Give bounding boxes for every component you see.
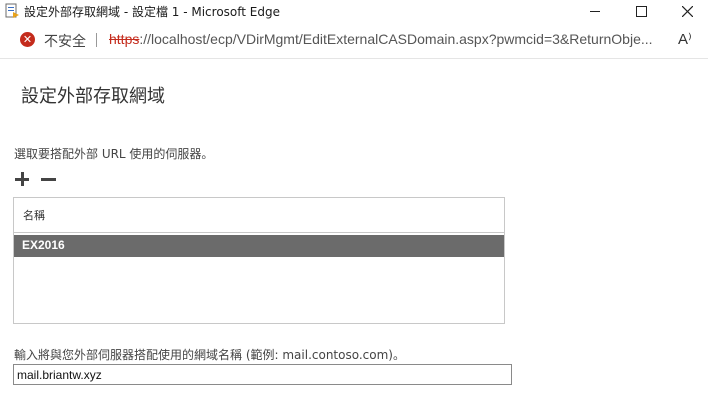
close-button[interactable] bbox=[664, 0, 708, 22]
remove-server-button[interactable] bbox=[39, 170, 57, 188]
security-status[interactable]: 不安全 bbox=[44, 31, 86, 51]
column-header-name[interactable]: 名稱 bbox=[23, 207, 45, 223]
not-secure-icon[interactable]: ✕ bbox=[20, 32, 35, 47]
minimize-button[interactable] bbox=[572, 0, 618, 22]
address-separator bbox=[96, 33, 97, 47]
url-path: ://localhost/ecp/VDirMgmt/EditExternalCA… bbox=[139, 31, 653, 47]
list-item[interactable]: EX2016 bbox=[14, 235, 504, 257]
close-icon bbox=[681, 5, 693, 17]
exchange-page-icon bbox=[5, 3, 19, 18]
server-list[interactable]: 名稱 EX2016 bbox=[13, 197, 505, 324]
add-server-button[interactable] bbox=[13, 170, 31, 188]
domain-name-input[interactable] bbox=[13, 364, 512, 385]
window-title-bar: 設定外部存取網域 - 設定檔 1 - Microsoft Edge bbox=[0, 0, 708, 22]
server-name: EX2016 bbox=[22, 238, 65, 252]
read-aloud-icon[interactable]: A⁾ bbox=[678, 30, 692, 48]
maximize-button[interactable] bbox=[618, 0, 664, 22]
toolbar-divider bbox=[0, 58, 708, 59]
domain-label: 輸入將與您外部伺服器搭配使用的網域名稱 (範例: mail.contoso.co… bbox=[14, 348, 405, 362]
url-scheme: https bbox=[109, 31, 140, 47]
page-title: 設定外部存取網域 bbox=[21, 86, 165, 107]
maximize-icon bbox=[635, 5, 647, 17]
minimize-icon bbox=[590, 10, 600, 12]
list-header: 名稱 bbox=[14, 198, 504, 233]
address-bar[interactable]: ✕ 不安全 https://localhost/ecp/VDirMgmt/Edi… bbox=[0, 24, 708, 56]
server-instruction: 選取要搭配外部 URL 使用的伺服器。 bbox=[14, 147, 214, 161]
url-field[interactable]: https://localhost/ecp/VDirMgmt/EditExter… bbox=[109, 31, 659, 47]
window-title: 設定外部存取網域 - 設定檔 1 - Microsoft Edge bbox=[24, 5, 280, 19]
